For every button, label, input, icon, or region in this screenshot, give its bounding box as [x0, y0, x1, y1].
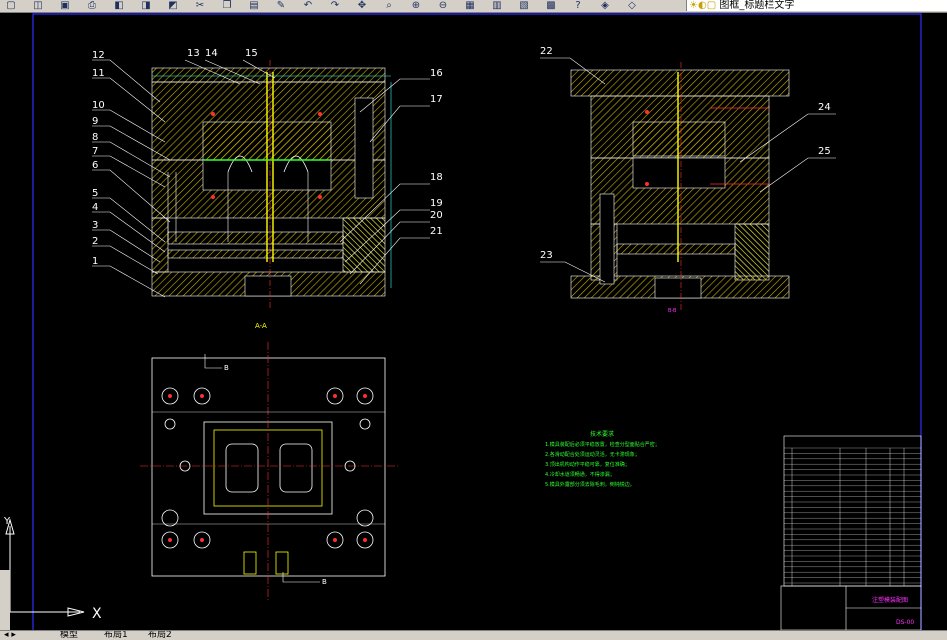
section-marker-bottom: B	[322, 578, 327, 586]
svg-text:17: 17	[430, 94, 443, 105]
svg-text:18: 18	[430, 172, 443, 183]
zoom-window-icon[interactable]: ⊕	[409, 0, 423, 11]
pan-icon[interactable]: ✥	[355, 0, 369, 11]
svg-text:25: 25	[818, 146, 831, 157]
help-icon[interactable]: ?	[571, 0, 585, 11]
svg-text:3: 3	[92, 220, 98, 231]
drawing-canvas[interactable]: A-A 12 11 10 9 8 7 6 5 4 3 2 1 13 14 15 …	[0, 12, 947, 630]
undo-icon[interactable]: ↶	[301, 0, 315, 11]
svg-text:14: 14	[205, 48, 218, 59]
layer-state-icon: ☀◐▢	[689, 0, 717, 11]
calculator-icon[interactable]: ▩	[544, 0, 558, 11]
svg-text:6: 6	[92, 160, 98, 171]
title-block-code: DS-00	[896, 619, 914, 626]
section-marker-top: B	[224, 364, 229, 372]
svg-text:10: 10	[92, 100, 105, 111]
layer-name: 图框_标题栏文字	[719, 0, 795, 11]
svg-text:8: 8	[92, 132, 98, 143]
svg-text:21: 21	[430, 226, 443, 237]
svg-text:19: 19	[430, 198, 443, 209]
publish-icon[interactable]: ◨	[139, 0, 153, 11]
svg-text:23: 23	[540, 250, 553, 261]
svg-text:22: 22	[540, 46, 553, 57]
side-toolbar[interactable]	[0, 570, 10, 630]
svg-text:16: 16	[430, 68, 443, 79]
svg-text:3.顶出机构动作平稳可靠，复位准确；: 3.顶出机构动作平稳可靠，复位准确；	[545, 461, 630, 468]
part-numbers-left: 12 11 10 9 8 7 6 5 4 3 2 1	[92, 50, 105, 267]
preview-icon[interactable]: ◧	[112, 0, 126, 11]
svg-text:1.模具装配后必须平稳放置，检查分型面贴合严密；: 1.模具装配后必须平稳放置，检查分型面贴合严密；	[545, 441, 660, 448]
svg-text:9: 9	[92, 116, 98, 127]
ucs-icon	[5, 518, 85, 617]
redo-icon[interactable]: ↷	[328, 0, 342, 11]
layer-state-icon[interactable]: ◇	[625, 0, 639, 11]
svg-text:4.冷却水道须畅通，不得渗漏；: 4.冷却水道须畅通，不得渗漏；	[545, 471, 615, 478]
svg-text:1: 1	[92, 256, 98, 267]
plot-icon[interactable]: ◩	[166, 0, 180, 11]
section-view-right: B-B	[570, 62, 790, 314]
print-icon[interactable]: ⎙	[85, 0, 99, 11]
svg-text:7: 7	[92, 146, 98, 157]
svg-text:11: 11	[92, 68, 105, 79]
layer-dropdown[interactable]: ☀◐▢ 图框_标题栏文字	[686, 0, 947, 11]
svg-text:24: 24	[818, 102, 831, 113]
section-label-left: A-A	[255, 322, 267, 330]
design-center-icon[interactable]: ▥	[490, 0, 504, 11]
svg-text:2: 2	[92, 236, 98, 247]
open-icon[interactable]: ◫	[31, 0, 45, 11]
svg-text:15: 15	[245, 48, 258, 59]
zoom-realtime-icon[interactable]: ⌕	[382, 0, 396, 11]
ucs-y-label: Y	[3, 516, 11, 527]
technical-requirements: 技术要求 1.模具装配后必须平稳放置，检查分型面贴合严密； 2.各滑动配合处须运…	[545, 430, 660, 488]
paste-icon[interactable]: ▤	[247, 0, 261, 11]
tool-palettes-icon[interactable]: ▧	[517, 0, 531, 11]
svg-text:20: 20	[430, 210, 443, 221]
svg-text:技术要求: 技术要求	[590, 430, 614, 438]
svg-text:5: 5	[92, 188, 98, 199]
zoom-previous-icon[interactable]: ⊖	[436, 0, 450, 11]
parts-list-table: 注塑模装配图 DS-00	[780, 435, 922, 630]
svg-text:5.模具外露部分须去除毛刺，倒钝锐边。: 5.模具外露部分须去除毛刺，倒钝锐边。	[545, 481, 635, 488]
svg-text:4: 4	[92, 202, 98, 213]
section-label-right: B-B	[668, 308, 677, 314]
copy-icon[interactable]: ❐	[220, 0, 234, 11]
layer-icon[interactable]: ◈	[598, 0, 612, 11]
ucs-x-label: X	[92, 606, 102, 622]
save-icon[interactable]: ▣	[58, 0, 72, 11]
svg-text:2.各滑动配合处须运动灵活，无卡滞现象；: 2.各滑动配合处须运动灵活，无卡滞现象；	[545, 451, 640, 458]
match-icon[interactable]: ✎	[274, 0, 288, 11]
svg-text:13: 13	[187, 48, 200, 59]
properties-icon[interactable]: ▦	[463, 0, 477, 11]
title-block-name: 注塑模装配图	[872, 596, 908, 604]
plan-view: B B	[140, 342, 400, 602]
section-view-left: A-A	[151, 60, 392, 330]
cut-icon[interactable]: ✂	[193, 0, 207, 11]
svg-text:12: 12	[92, 50, 105, 61]
new-icon[interactable]: ▢	[4, 0, 18, 11]
